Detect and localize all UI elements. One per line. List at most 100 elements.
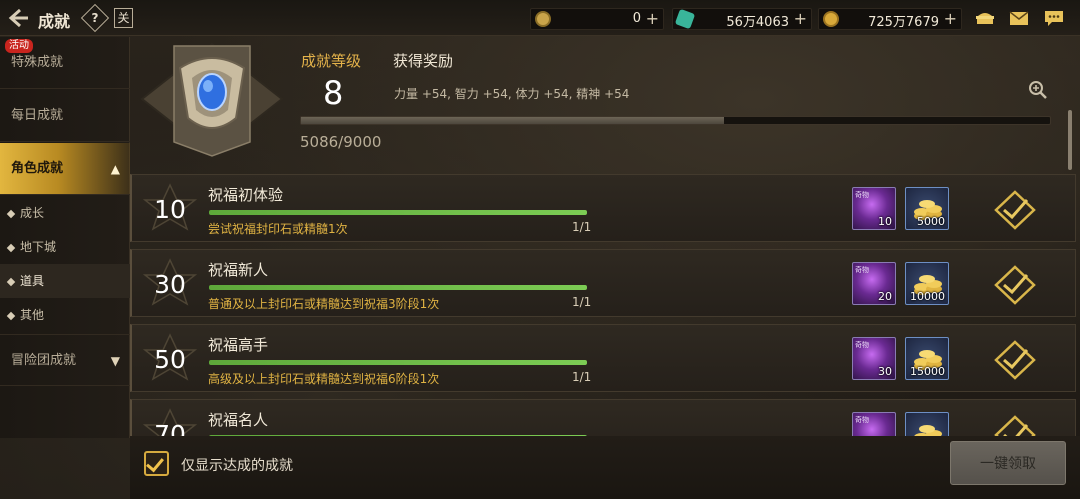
achievement-row: 30 祝福新人 普通及以上封印石或精髓达到祝福3阶段1次 1/1 奇物 20 1… [130, 249, 1076, 317]
reward-item-gold[interactable]: 15000 [905, 337, 949, 380]
chat-icon[interactable] [1043, 8, 1065, 28]
checkmark-icon [146, 453, 164, 473]
points-badge: 50 [137, 333, 203, 387]
achievement-title: 祝福高手 [208, 336, 269, 354]
reward-item-gold[interactable]: 5000 [905, 187, 949, 230]
show-completed-label: 仅显示达成的成就 [181, 458, 293, 474]
sidebar-item-label: 特殊成就 [11, 55, 64, 70]
zoom-icon[interactable] [1028, 80, 1048, 100]
currency-value: 56万4063 [726, 15, 789, 30]
sidebar-sub-label: 道具 [20, 274, 45, 288]
add-gold-button[interactable]: + [944, 9, 957, 28]
sidebar-sub-label: 地下城 [20, 240, 57, 254]
sidebar-sub-label: 成长 [20, 206, 45, 220]
page-title: 成就 [38, 12, 71, 31]
diamond-bullet-icon [6, 311, 16, 320]
level-progress-bar [300, 116, 1051, 125]
item-qty: 10 [878, 215, 892, 228]
level-value: 8 [323, 74, 344, 112]
chevron-up-icon: ▲ [110, 162, 120, 176]
item-qty: 15000 [910, 365, 945, 378]
add-c-coin-button[interactable]: + [646, 9, 659, 28]
currency-value: 725万7679 [868, 15, 939, 30]
scrollbar[interactable] [1068, 110, 1072, 170]
achievement-progress-fill [209, 285, 587, 290]
claim-all-button[interactable]: 一键领取 [950, 441, 1066, 485]
achievement-desc: 尝试祝福封印石或精髓1次 [208, 222, 348, 236]
achievement-row: 70 祝福名人 奇物 [130, 399, 1076, 436]
shop-icon[interactable] [974, 8, 996, 28]
achievement-progress-fill [209, 210, 587, 215]
diamond-bullet-icon [6, 243, 16, 252]
points-badge: 10 [137, 183, 203, 237]
claimed-check-icon[interactable] [994, 265, 1036, 305]
sidebar-sub-items[interactable]: 道具 [0, 264, 130, 298]
back-arrow-icon[interactable] [6, 6, 32, 30]
sidebar-item-daily[interactable]: 每日成就 [0, 90, 130, 142]
achievement-list: 10 祝福初体验 尝试祝福封印石或精髓1次 1/1 奇物 10 5000 30 … [130, 170, 1076, 436]
diamond-bullet-icon [6, 209, 16, 218]
level-progress-fill [301, 117, 725, 124]
sidebar-item-label: 每日成就 [11, 108, 64, 123]
achievement-progress-bar [209, 210, 587, 215]
achievement-count: 1/1 [572, 295, 592, 309]
reward-text: 力量 +54, 智力 +54, 体力 +54, 精神 +54 [394, 87, 630, 101]
achievement-desc: 普通及以上封印石或精髓达到祝福3阶段1次 [208, 297, 440, 311]
item-qty: 5000 [917, 215, 945, 228]
item-qty: 20 [878, 290, 892, 303]
sidebar-item-label: 冒险团成就 [11, 353, 77, 368]
claimed-check-icon[interactable] [994, 415, 1036, 436]
help-icon[interactable]: ? [80, 3, 110, 33]
reward-item-purple-stone[interactable]: 奇物 10 [852, 187, 896, 230]
sidebar-sub-dungeon[interactable]: 地下城 [0, 230, 130, 264]
guide-icon[interactable]: 关 [114, 8, 133, 28]
points-badge: 70 [137, 408, 203, 436]
achievement-count: 1/1 [572, 370, 592, 384]
currency-value: 0 [632, 11, 641, 26]
sidebar-item-label: 角色成就 [11, 161, 64, 176]
reward-item-purple-stone[interactable]: 奇物 20 [852, 262, 896, 305]
achievement-title: 祝福初体验 [208, 186, 284, 204]
gem-icon [674, 8, 696, 30]
level-label: 成就等级 [301, 52, 362, 70]
mail-icon[interactable] [1008, 8, 1030, 28]
achievement-title: 祝福名人 [208, 411, 269, 429]
currency-c-coin: 0 + [530, 8, 664, 30]
reward-item-purple-stone[interactable]: 奇物 [852, 412, 896, 436]
sidebar-sub-other[interactable]: 其他 [0, 298, 130, 332]
chevron-down-icon: ▼ [110, 354, 120, 368]
item-qty: 10000 [910, 290, 945, 303]
reward-label: 获得奖励 [393, 52, 454, 70]
sidebar-sub-label: 其他 [20, 308, 45, 322]
sidebar-item-adventure-team[interactable]: 冒险团成就 ▼ [0, 334, 130, 386]
achievement-row: 50 祝福高手 高级及以上封印石或精髓达到祝福6阶段1次 1/1 奇物 30 1… [130, 324, 1076, 392]
achievement-desc: 高级及以上封印石或精髓达到祝福6阶段1次 [208, 372, 440, 386]
add-gem-button[interactable]: + [794, 9, 807, 28]
gold-icon [823, 11, 839, 27]
diamond-bullet-icon [6, 277, 16, 286]
item-qty: 30 [878, 365, 892, 378]
reward-item-purple-stone[interactable]: 奇物 30 [852, 337, 896, 380]
sidebar-item-character[interactable]: 角色成就 ▲ [0, 143, 130, 195]
achievement-row: 10 祝福初体验 尝试祝福封印石或精髓1次 1/1 奇物 10 5000 [130, 174, 1076, 242]
achievement-emblem [132, 38, 292, 160]
achievement-progress-bar [209, 360, 587, 365]
sidebar: 活动 特殊成就 每日成就 角色成就 ▲ 成长 地下城 道具 其他 冒险团成就 ▼ [0, 37, 130, 438]
c-coin-icon [535, 11, 551, 27]
achievement-progress-bar [209, 285, 587, 290]
reward-item-gold[interactable]: 10000 [905, 262, 949, 305]
currency-gold: 725万7679 + [818, 8, 962, 30]
top-bar: 成就 ? 关 0 + 56万4063 + 725万7679 + [0, 0, 1080, 36]
points-badge: 30 [137, 258, 203, 312]
reward-item-gold[interactable] [905, 412, 949, 436]
achievement-title: 祝福新人 [208, 261, 269, 279]
currency-gem: 56万4063 + [672, 8, 812, 30]
claimed-check-icon[interactable] [994, 190, 1036, 230]
claimed-check-icon[interactable] [994, 340, 1036, 380]
achievement-count: 1/1 [572, 220, 592, 234]
level-progress-text: 5086/9000 [300, 133, 382, 151]
show-completed-checkbox[interactable] [144, 451, 169, 476]
achievement-progress-fill [209, 360, 587, 365]
sidebar-item-special[interactable]: 特殊成就 [0, 37, 130, 89]
sidebar-sub-growth[interactable]: 成长 [0, 196, 130, 230]
